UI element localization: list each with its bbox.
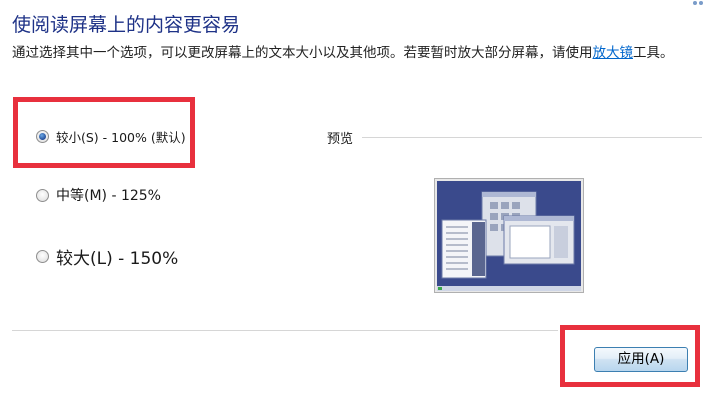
option-larger[interactable]: 较大(L) - 150%: [36, 244, 178, 269]
preview-label: 预览: [327, 132, 354, 147]
desktop-preview-icon: [434, 178, 584, 293]
magnifier-link[interactable]: 放大镜: [593, 45, 634, 61]
radio-medium[interactable]: [36, 188, 49, 202]
option-smaller-label: 较小(S) - 100% (默认): [56, 130, 186, 145]
option-medium[interactable]: 中等(M) - 125%: [36, 185, 161, 205]
description-text: 通过选择其中一个选项，可以更改屏幕上的文本大小以及其他项。若要暂时放大部分屏幕，…: [12, 43, 692, 64]
apply-button[interactable]: 应用(A): [594, 347, 688, 372]
footer-divider: [12, 330, 558, 331]
radio-larger[interactable]: [36, 250, 49, 263]
option-smaller[interactable]: 较小(S) - 100% (默认): [36, 127, 186, 146]
description-main: 通过选择其中一个选项，可以更改屏幕上的文本大小以及其他项。若要暂时放大部分屏幕，…: [12, 45, 593, 61]
preview-divider: [362, 137, 702, 138]
option-medium-label: 中等(M) - 125%: [56, 188, 161, 204]
option-larger-label: 较大(L) - 150%: [56, 249, 179, 269]
corner-dots-icon: [693, 1, 703, 5]
description-suffix: 工具。: [633, 45, 674, 61]
page-title: 使阅读屏幕上的内容更容易: [12, 14, 241, 36]
radio-smaller[interactable]: [36, 130, 49, 143]
